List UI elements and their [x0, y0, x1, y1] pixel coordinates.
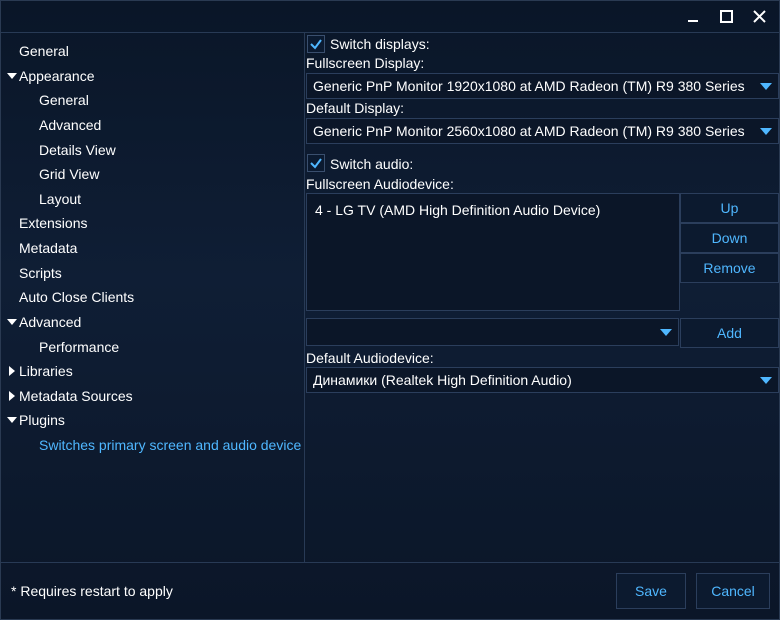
chevron-down-icon[interactable]	[6, 409, 18, 431]
sidebar-item-label: Metadata Sources	[19, 388, 133, 404]
sidebar-item-grid-view[interactable]: Grid View	[39, 163, 99, 185]
sidebar-item-label: Performance	[39, 339, 120, 355]
dropdown-arrow-icon	[760, 128, 772, 135]
close-icon	[752, 9, 766, 23]
sidebar-item-label: Extensions	[19, 215, 88, 231]
settings-footer: * Requires restart to apply Save Cancel	[1, 563, 779, 619]
sidebar-item-advanced[interactable]: Advanced	[19, 311, 81, 333]
switch-audio-label: Switch audio:	[330, 156, 414, 172]
sidebar-item-label: Details View	[39, 142, 116, 158]
add-button[interactable]: Add	[680, 318, 779, 348]
sidebar-item-label: Metadata	[19, 240, 78, 256]
fullscreen-display-label: Fullscreen Display:	[306, 55, 425, 71]
dropdown-arrow-icon	[660, 329, 672, 336]
sidebar-item-label: Libraries	[19, 363, 73, 379]
fullscreen-display-value: Generic PnP Monitor 1920x1080 at AMD Rad…	[313, 78, 745, 94]
sidebar-item-plugins[interactable]: Plugins	[19, 409, 65, 431]
plugin-settings-panel: Switch displays: Fullscreen Display: Gen…	[305, 33, 779, 561]
sidebar-item-label: General	[19, 43, 69, 59]
close-button[interactable]	[744, 3, 774, 29]
up-button[interactable]: Up	[680, 193, 779, 223]
sidebar-item-label: General	[39, 92, 89, 108]
sidebar-item-auto-close-clients[interactable]: Auto Close Clients	[19, 286, 134, 308]
sidebar-item-extensions[interactable]: Extensions	[19, 212, 87, 234]
minimize-button[interactable]	[678, 3, 708, 29]
sidebar-item-label: Scripts	[19, 265, 62, 281]
sidebar-item-label: Layout	[39, 191, 82, 207]
sidebar-item-label: Advanced	[39, 117, 102, 133]
settings-window: General Appearance General Advanced Deta…	[0, 0, 780, 620]
chevron-right-icon[interactable]	[6, 360, 18, 382]
sidebar-item-details-view[interactable]: Details View	[39, 139, 116, 161]
chevron-right-icon[interactable]	[6, 385, 18, 407]
sidebar-item-appearance[interactable]: Appearance	[19, 65, 95, 87]
minimize-icon	[688, 20, 698, 22]
remove-button[interactable]: Remove	[680, 253, 779, 283]
title-bar	[1, 1, 779, 32]
default-audiodevice-value: Динамики (Realtek High Definition Audio)	[313, 372, 572, 388]
add-audiodevice-select[interactable]	[306, 318, 679, 346]
sidebar-item-performance[interactable]: Performance	[39, 336, 119, 358]
sidebar-item-metadata-sources[interactable]: Metadata Sources	[19, 385, 133, 407]
dropdown-arrow-icon	[760, 83, 772, 90]
list-item[interactable]: 4 - LG TV (AMD High Definition Audio Dev…	[315, 200, 600, 220]
sidebar-item-layout[interactable]: Layout	[39, 188, 81, 210]
sidebar-item-scripts[interactable]: Scripts	[19, 262, 62, 284]
switch-audio-checkbox[interactable]	[307, 154, 325, 172]
switch-displays-label: Switch displays:	[330, 36, 430, 52]
cancel-button[interactable]: Cancel	[696, 573, 770, 609]
chevron-down-icon[interactable]	[6, 65, 18, 87]
maximize-icon	[719, 9, 733, 23]
sidebar-item-appearance-advanced[interactable]: Advanced	[39, 114, 101, 136]
default-display-label: Default Display:	[306, 100, 405, 116]
sidebar-item-label: Switches primary screen and audio device	[39, 437, 302, 453]
default-display-select[interactable]: Generic PnP Monitor 2560x1080 at AMD Rad…	[306, 118, 779, 144]
sidebar-item-libraries[interactable]: Libraries	[19, 360, 73, 382]
sidebar-item-appearance-general[interactable]: General	[39, 89, 89, 111]
settings-sidebar: General Appearance General Advanced Deta…	[1, 33, 304, 561]
default-audiodevice-label: Default Audiodevice:	[306, 350, 434, 366]
checkmark-icon	[310, 39, 322, 50]
switch-displays-checkbox[interactable]	[307, 35, 325, 53]
sidebar-item-general[interactable]: General	[19, 40, 69, 62]
restart-note: * Requires restart to apply	[11, 583, 173, 599]
sidebar-item-label: Plugins	[19, 412, 65, 428]
sidebar-item-label: Auto Close Clients	[19, 289, 135, 305]
dropdown-arrow-icon	[760, 377, 772, 384]
fullscreen-audiodevice-list[interactable]: 4 - LG TV (AMD High Definition Audio Dev…	[306, 193, 680, 311]
sidebar-item-label: Advanced	[19, 314, 82, 330]
chevron-down-icon[interactable]	[6, 311, 18, 333]
maximize-button[interactable]	[711, 3, 741, 29]
sidebar-item-label: Appearance	[19, 68, 95, 84]
sidebar-item-switches-plugin[interactable]: Switches primary screen and audio device	[39, 434, 301, 456]
fullscreen-audiodevice-label: Fullscreen Audiodevice:	[306, 176, 454, 192]
default-display-value: Generic PnP Monitor 2560x1080 at AMD Rad…	[313, 123, 745, 139]
sidebar-item-label: Grid View	[39, 166, 100, 182]
fullscreen-display-select[interactable]: Generic PnP Monitor 1920x1080 at AMD Rad…	[306, 73, 779, 99]
save-button[interactable]: Save	[616, 573, 686, 609]
checkmark-icon	[310, 158, 322, 169]
down-button[interactable]: Down	[680, 223, 779, 253]
sidebar-item-metadata[interactable]: Metadata	[19, 237, 77, 259]
default-audiodevice-select[interactable]: Динамики (Realtek High Definition Audio)	[306, 367, 779, 393]
